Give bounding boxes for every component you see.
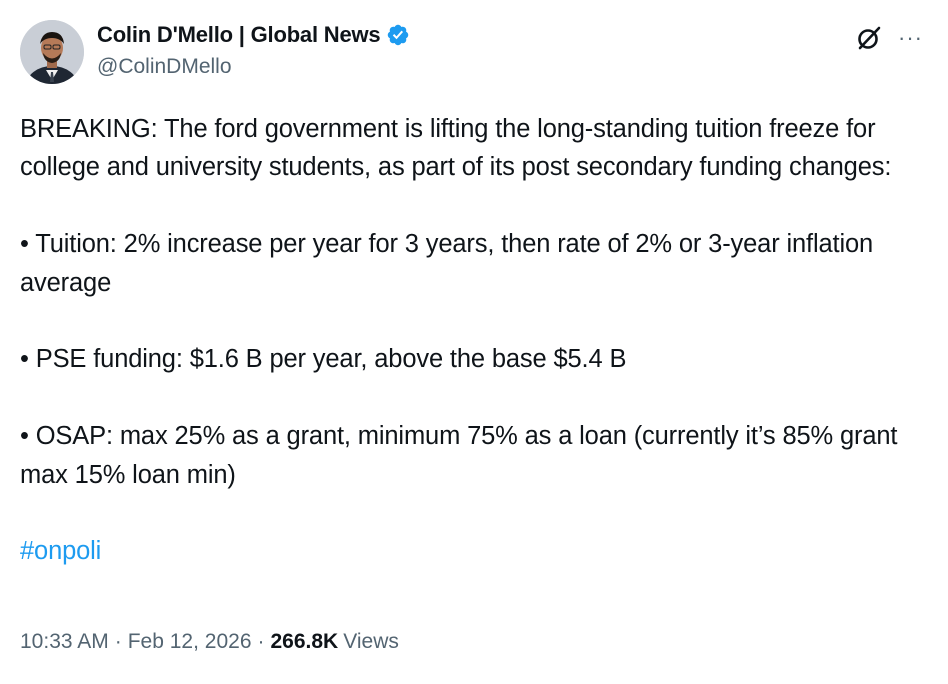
author-display-name[interactable]: Colin D'Mello | Global News — [97, 22, 381, 48]
tweet-paragraph: • PSE funding: $1.6 B per year, above th… — [20, 345, 627, 374]
verified-badge-icon[interactable] — [386, 23, 410, 47]
tweet-paragraph: • OSAP: max 25% as a grant, minimum 75% … — [20, 422, 905, 489]
tweet-text: BREAKING: The ford government is lifting… — [20, 110, 920, 571]
tweet-date[interactable]: Feb 12, 2026 — [128, 630, 252, 654]
tweet-paragraph: BREAKING: The ford government is lifting… — [20, 115, 892, 182]
meta-separator: · — [114, 630, 122, 653]
author-handle[interactable]: @ColinDMello — [97, 55, 232, 79]
more-options-icon[interactable]: ··· — [898, 27, 926, 49]
avatar-image — [20, 20, 84, 84]
grok-icon[interactable] — [855, 24, 883, 52]
views-count[interactable]: 266.8K — [271, 630, 339, 654]
views-label: Views — [343, 630, 399, 653]
author-name-row: Colin D'Mello | Global News — [97, 22, 410, 48]
meta-separator: · — [257, 630, 265, 653]
tweet-card: Colin D'Mello | Global News @ColinDMello… — [0, 0, 948, 684]
tweet-time[interactable]: 10:33 AM — [20, 630, 109, 654]
tweet-paragraph: • Tuition: 2% increase per year for 3 ye… — [20, 230, 880, 297]
avatar[interactable] — [20, 20, 84, 84]
tweet-meta: 10:33 AM · Feb 12, 2026 · 266.8K Views — [20, 630, 399, 654]
hashtag-link[interactable]: #onpoli — [20, 537, 101, 565]
